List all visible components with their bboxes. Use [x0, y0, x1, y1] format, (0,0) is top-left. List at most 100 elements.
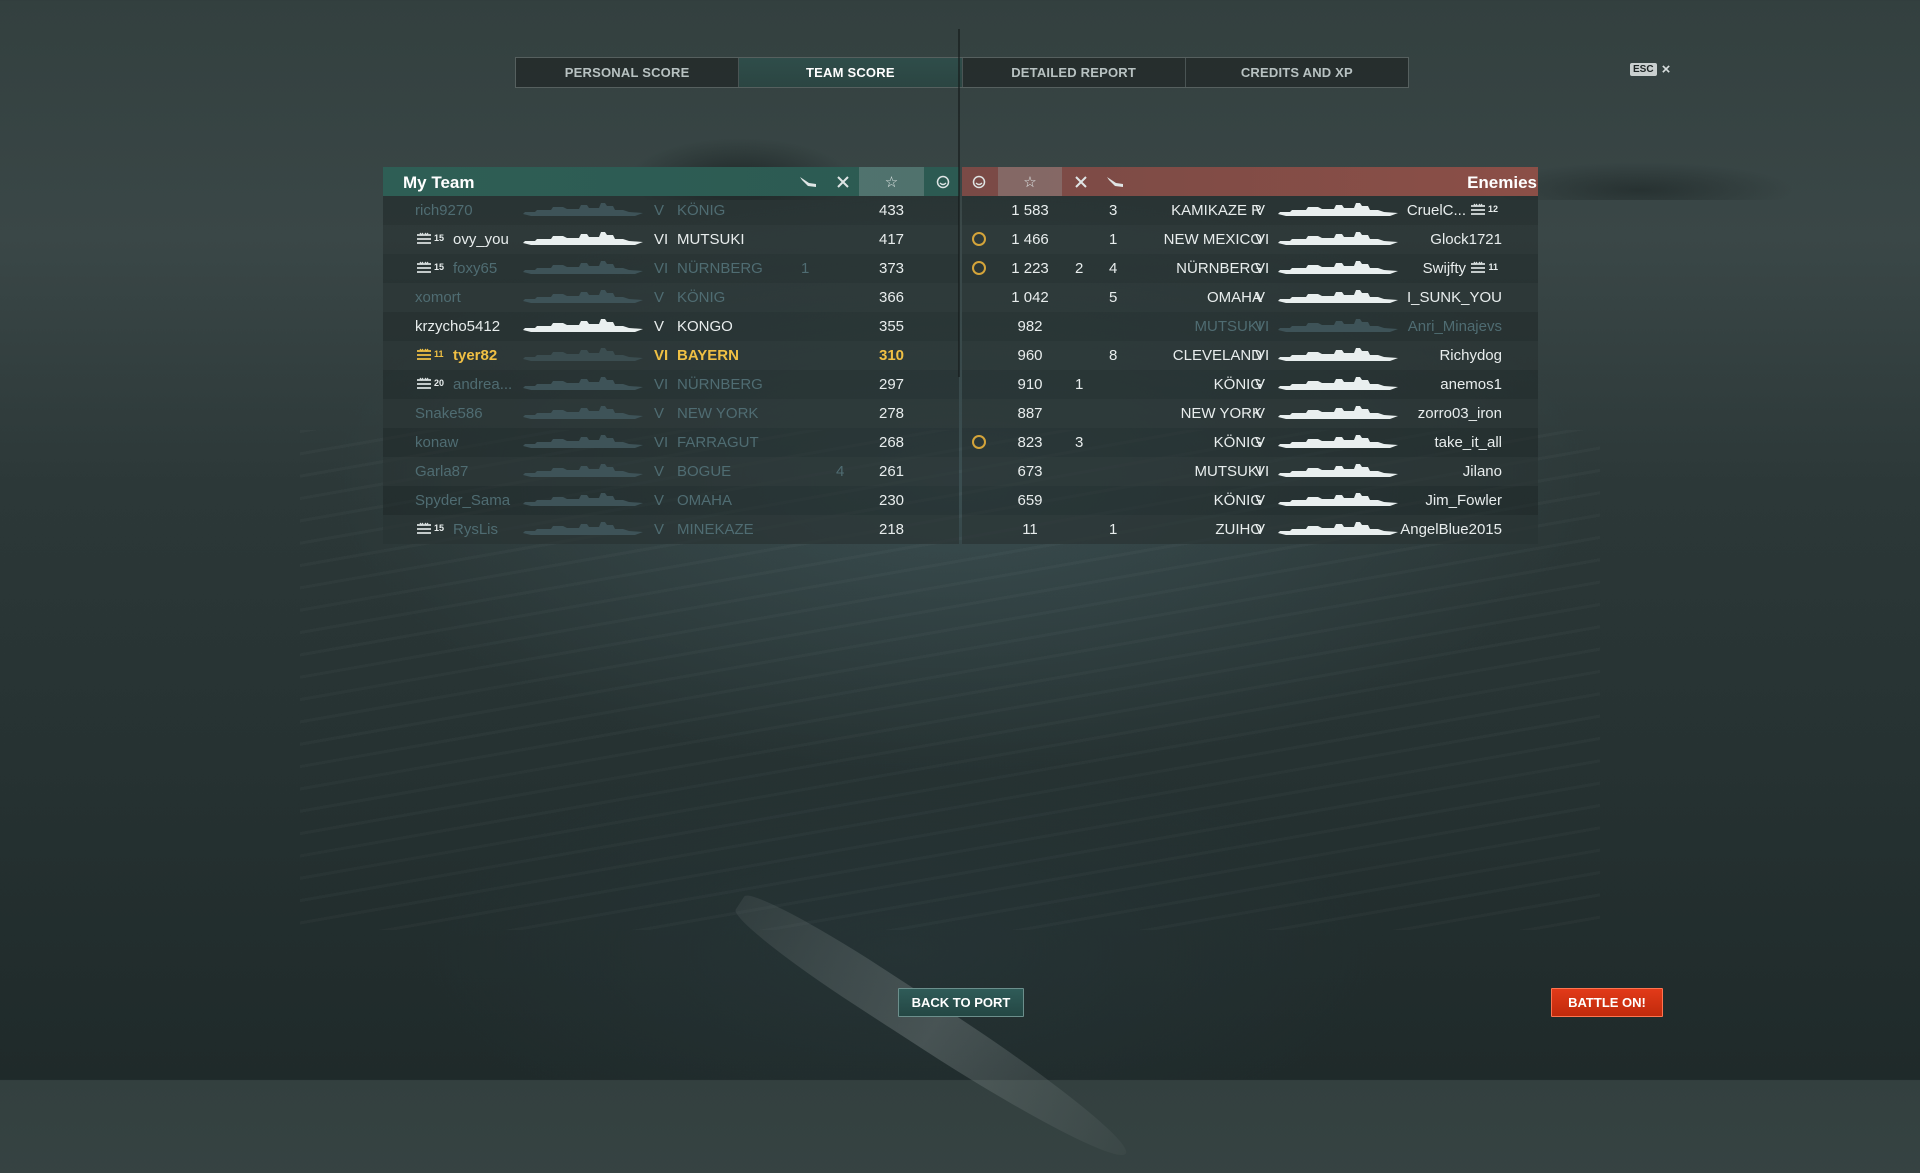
- table-row[interactable]: 823 3 KÖNIG Vtake_it_all: [962, 428, 1538, 457]
- swords-icon: [828, 167, 858, 196]
- planes-destroyed: 1: [1075, 376, 1084, 393]
- table-row[interactable]: 15 ovy_you VI MUTSUKI 417: [383, 225, 959, 254]
- ship-name: MINEKAZE: [677, 521, 754, 538]
- table-row[interactable]: 11 1 ZUIHO V AngelBlue2015: [962, 515, 1538, 544]
- survival-icon: [926, 167, 959, 196]
- ship-tier: V: [654, 463, 665, 480]
- player-name: rich9270: [415, 202, 473, 219]
- table-row[interactable]: 15 RysLis V MINEKAZE 218: [383, 515, 959, 544]
- rank-badge: 15: [416, 522, 444, 534]
- table-row[interactable]: 1 042 5 OMAHA V I_SUNK_YOU: [962, 283, 1538, 312]
- table-row[interactable]: 673 MUTSUKI VI Jilano: [962, 457, 1538, 486]
- rank-number: 11: [434, 349, 444, 359]
- table-row[interactable]: 1 583 3 KAMIKAZE R V CruelC... 12: [962, 196, 1538, 225]
- table-row[interactable]: 1 466 1 NEW MEXICO VI Glock1721: [962, 225, 1538, 254]
- ship-tier: V: [654, 492, 665, 509]
- player-name: CruelC...: [1406, 202, 1466, 219]
- player-name: foxy65: [453, 260, 498, 277]
- table-row[interactable]: Spyder_Sama V OMAHA 230: [383, 486, 959, 515]
- table-row[interactable]: konaw VI FARRAGUT 268: [383, 428, 959, 457]
- table-row[interactable]: rich9270 V KÖNIG 433: [383, 196, 959, 225]
- table-row[interactable]: 910 1 KÖNIG Vanemos1: [962, 370, 1538, 399]
- table-row[interactable]: krzycho5412 V KONGO 355: [383, 312, 959, 341]
- ship-silhouette-icon: [523, 376, 643, 392]
- ship-silhouette-icon: [1278, 463, 1398, 479]
- ship-silhouette-icon: [1278, 376, 1398, 392]
- tab-team-score[interactable]: TEAM SCORE: [739, 58, 963, 87]
- player-name: Swijfty: [1422, 260, 1466, 277]
- table-row[interactable]: Garla87 V BOGUE 4 261: [383, 457, 959, 486]
- ship-silhouette-icon: [523, 231, 643, 247]
- ship-tier: V: [1255, 376, 1266, 393]
- table-row[interactable]: 20 andrea... VI NÜRNBERG 297: [383, 370, 959, 399]
- rank-badge: 11: [416, 348, 444, 360]
- ship-tier: VI: [654, 434, 669, 451]
- table-row[interactable]: 960 8 CLEVELAND VI Richydog: [962, 341, 1538, 370]
- ship-tier: V: [654, 405, 665, 422]
- player-name: RysLis: [453, 521, 499, 538]
- player-name: Jim_Fowler: [1425, 492, 1502, 509]
- ship-tier: V: [654, 318, 665, 335]
- player-name: AngelBlue2015: [1400, 521, 1502, 538]
- ship-silhouette-icon: [523, 434, 643, 450]
- rank-badge: 12: [1470, 203, 1498, 215]
- ship-tier: V: [1255, 521, 1266, 538]
- rank-number: 20: [434, 378, 445, 388]
- ship-silhouette-icon: [523, 260, 643, 276]
- enemies-title: Enemies: [1467, 173, 1537, 192]
- player-score: 1 466: [1011, 231, 1049, 248]
- player-score: 659: [1017, 492, 1043, 509]
- table-row[interactable]: 15 foxy65 VI NÜRNBERG 1 373: [383, 254, 959, 283]
- player-name: Glock1721: [1430, 231, 1502, 248]
- player-name: anemos1: [1440, 376, 1502, 393]
- star-icon: ☆: [859, 167, 924, 196]
- tab-credits-and-xp[interactable]: CREDITS AND XP: [1186, 58, 1408, 87]
- player-name: andrea...: [453, 376, 513, 393]
- ship-silhouette-icon: [523, 347, 643, 363]
- ship-tier: V: [1255, 405, 1266, 422]
- ship-tier: V: [1255, 202, 1266, 219]
- ship-name: CLEVELAND: [1172, 347, 1262, 364]
- table-row[interactable]: Snake586 V NEW YORK 278: [383, 399, 959, 428]
- player-name: Spyder_Sama: [415, 492, 511, 509]
- ship-silhouette-icon: [1278, 289, 1398, 305]
- rank-badge: 11: [1470, 261, 1498, 273]
- ship-silhouette-icon: [1278, 521, 1398, 537]
- player-name: I_SUNK_YOU: [1406, 289, 1502, 306]
- table-row[interactable]: xomort V KÖNIG 366: [383, 283, 959, 312]
- rank-number: 15: [434, 233, 445, 243]
- ship-tier: V: [654, 289, 665, 306]
- ship-silhouette-icon: [1278, 260, 1398, 276]
- ships-destroyed: 8: [1109, 347, 1118, 364]
- esc-key-icon: ESC: [1630, 63, 1657, 76]
- ship-silhouette-icon: [523, 492, 643, 508]
- player-score: 268: [878, 434, 905, 451]
- close-button[interactable]: ESC ×: [1630, 62, 1670, 77]
- ship-name: OMAHA: [677, 492, 733, 509]
- player-score: 960: [1017, 347, 1043, 364]
- ship-silhouette-icon: [1278, 405, 1398, 421]
- ship-tier: VI: [1255, 231, 1270, 248]
- tab-personal-score[interactable]: PERSONAL SCORE: [516, 58, 740, 87]
- background-hills: [0, 120, 1920, 200]
- ship-name: NEW MEXICO: [1163, 231, 1262, 248]
- planes-destroyed: 2: [1075, 260, 1084, 277]
- table-row[interactable]: 1 223 2 4 NÜRNBERG VI Swijfty 11: [962, 254, 1538, 283]
- table-row[interactable]: 11 tyer82 VI BAYERN 310: [383, 341, 959, 370]
- table-row[interactable]: 887 NEW YORK Vzorro03_iron: [962, 399, 1538, 428]
- survival-icon: [962, 167, 995, 196]
- rank-number: 15: [434, 523, 445, 533]
- ship-silhouette-icon: [1278, 347, 1398, 363]
- table-row[interactable]: 659 KÖNIG V Jim_Fowler: [962, 486, 1538, 515]
- player-score: 1 042: [1011, 289, 1049, 306]
- back-to-port-button[interactable]: BACK TO PORT: [898, 988, 1024, 1017]
- player-name: krzycho5412: [415, 318, 501, 335]
- table-row[interactable]: 982 MUTSUKI VI Anri_Minajevs: [962, 312, 1538, 341]
- player-score: 1 223: [1011, 260, 1049, 277]
- player-score: 261: [878, 463, 905, 480]
- tab-detailed-report[interactable]: DETAILED REPORT: [963, 58, 1186, 87]
- rank-badge: 20: [416, 377, 444, 389]
- ships-destroyed: 3: [1109, 202, 1118, 219]
- ship-name: KAMIKAZE R: [1171, 202, 1262, 219]
- battle-on-button[interactable]: BATTLE ON!: [1551, 988, 1663, 1017]
